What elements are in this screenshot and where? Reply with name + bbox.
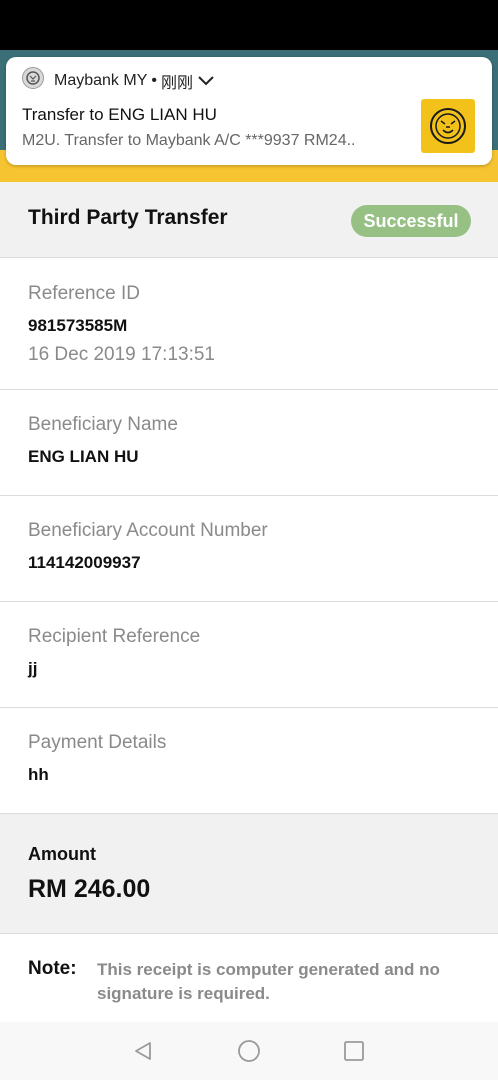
notification-body: M2U. Transfer to Maybank A/C ***9937 RM2… bbox=[22, 132, 356, 149]
notification-time: 刚刚 bbox=[160, 75, 193, 92]
payment-details-value: hh bbox=[28, 765, 49, 784]
amount-section: Amount RM 246.00 bbox=[0, 814, 498, 934]
notification-card[interactable]: Maybank MY • 刚刚 Transfer to ENG LIAN HU … bbox=[6, 57, 492, 165]
beneficiary-name-value: ENG LIAN HU bbox=[28, 447, 139, 466]
receipt-header: Third Party Transfer Successful bbox=[0, 182, 498, 258]
recipient-reference-section: Recipient Reference jj bbox=[0, 602, 498, 708]
page-title: Third Party Transfer bbox=[28, 206, 228, 229]
account-number-value: 114142009937 bbox=[28, 553, 141, 572]
notification-title: Transfer to ENG LIAN HU bbox=[22, 105, 217, 124]
account-number-label: Beneficiary Account Number bbox=[28, 520, 268, 541]
payment-details-label: Payment Details bbox=[28, 732, 167, 753]
system-navigation-bar bbox=[0, 1022, 498, 1080]
beneficiary-name-label: Beneficiary Name bbox=[28, 414, 178, 435]
reference-id-value: 981573585M bbox=[28, 316, 128, 335]
recipient-reference-label: Recipient Reference bbox=[28, 626, 201, 647]
status-badge: Successful bbox=[351, 205, 471, 237]
note-text: This receipt is computer generated and n… bbox=[97, 960, 440, 1003]
reference-id-label: Reference ID bbox=[28, 283, 140, 304]
recents-square-icon[interactable] bbox=[342, 1039, 366, 1063]
account-number-section: Beneficiary Account Number 114142009937 bbox=[0, 496, 498, 602]
reference-section: Reference ID 981573585M 16 Dec 2019 17:1… bbox=[0, 259, 498, 390]
notification-app-name: Maybank MY bbox=[54, 72, 148, 89]
chevron-down-icon[interactable] bbox=[197, 75, 215, 87]
status-bar bbox=[0, 0, 498, 50]
maybank-tiger-icon bbox=[22, 67, 44, 89]
notification-separator: • bbox=[151, 72, 157, 89]
transaction-datetime: 16 Dec 2019 17:13:51 bbox=[28, 344, 215, 365]
amount-value: RM 246.00 bbox=[28, 875, 151, 903]
beneficiary-name-section: Beneficiary Name ENG LIAN HU bbox=[0, 390, 498, 496]
recipient-reference-value: jj bbox=[28, 659, 38, 678]
maybank-tiger-logo bbox=[421, 99, 475, 153]
amount-label: Amount bbox=[28, 844, 96, 864]
note-label: Note: bbox=[28, 958, 77, 979]
back-triangle-icon[interactable] bbox=[131, 1039, 155, 1063]
payment-details-section: Payment Details hh bbox=[0, 708, 498, 814]
home-circle-icon[interactable] bbox=[237, 1039, 261, 1063]
notification-header: Maybank MY • 刚刚 bbox=[54, 69, 215, 93]
